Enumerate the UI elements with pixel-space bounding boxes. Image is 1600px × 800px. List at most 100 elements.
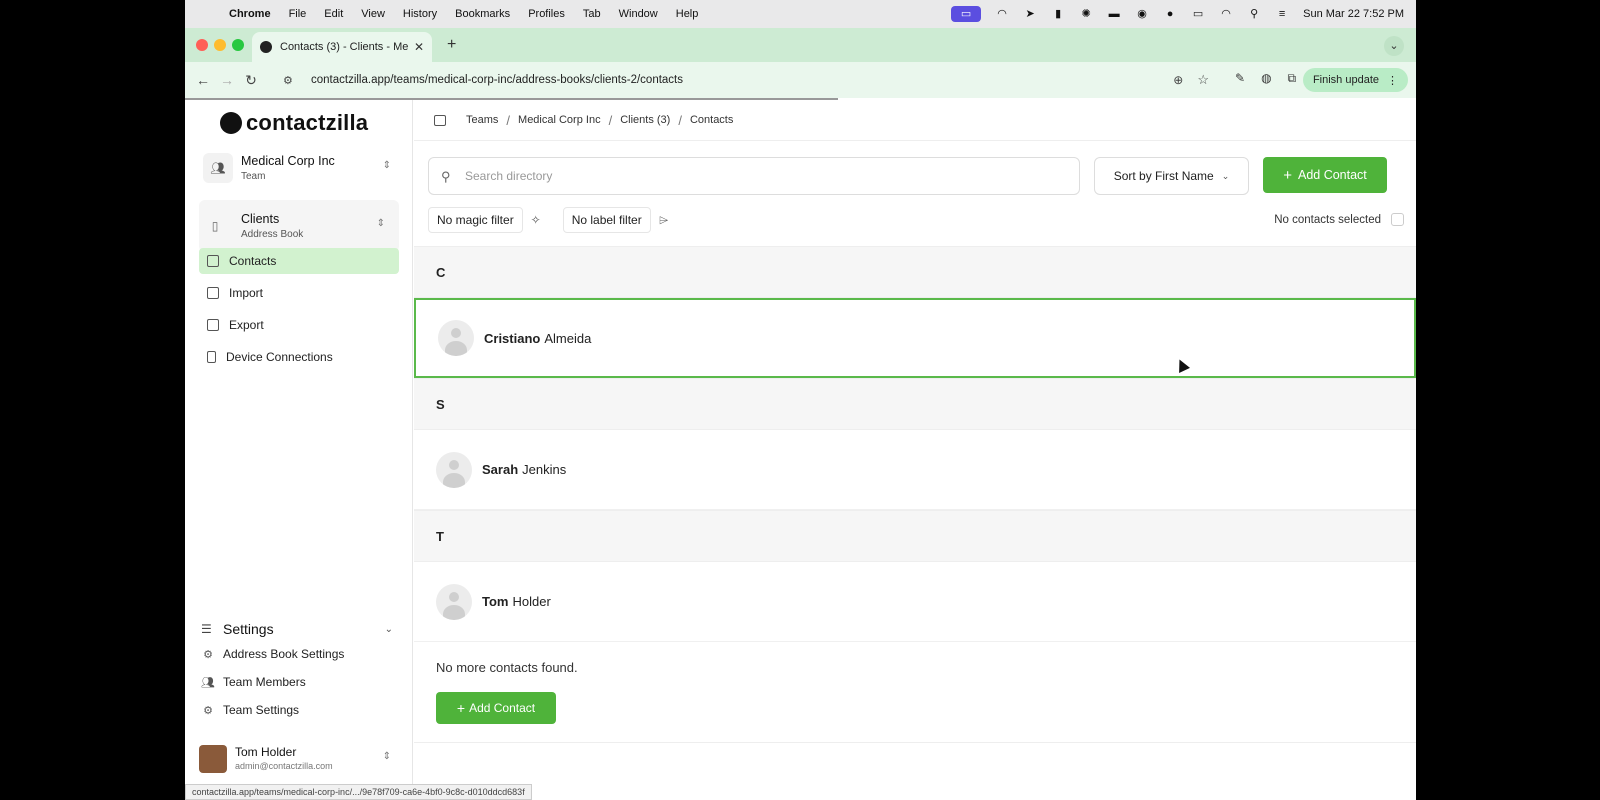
battery-icon[interactable]: ▭ (1191, 8, 1205, 20)
sidebar-item-team-settings[interactable]: ⚙ Team Settings (199, 696, 399, 724)
breadcrumb-address-book[interactable]: Clients (3) (620, 114, 670, 126)
extension-circle-icon[interactable]: ◍ (1261, 71, 1271, 86)
airdrop-icon[interactable]: ◠ (995, 8, 1009, 20)
address-bar[interactable]: ⚙ contactzilla.app/teams/medical-corp-in… (277, 67, 1217, 93)
display-icon[interactable]: ▬ (1107, 8, 1121, 20)
contactzilla-logo[interactable]: contactzilla (220, 110, 368, 136)
plus-icon: + (456, 700, 466, 716)
sparkles-icon[interactable]: ✧ (523, 213, 549, 227)
menu-edit[interactable]: Edit (324, 8, 343, 20)
add-contact-bottom-button[interactable]: + Add Contact (436, 692, 556, 724)
address-book-chevron-updown-icon: ⇕ (376, 218, 385, 229)
sidebar-item-label: Import (229, 286, 264, 300)
user-icon[interactable]: ● (1163, 8, 1177, 20)
sort-dropdown[interactable]: Sort by First Name ⌄ (1094, 157, 1249, 195)
list-item[interactable]: Cristiano Almeida (414, 298, 1416, 378)
main-content: Teams / Medical Corp Inc / Clients (3) /… (414, 100, 1416, 800)
window-close-button[interactable] (196, 39, 208, 51)
tab-title: Contacts (3) - Clients - Medic (280, 41, 408, 53)
sidebar-item-address-book-settings[interactable]: ⚙ Address Book Settings (199, 640, 399, 668)
breadcrumb-current: Contacts (689, 114, 734, 126)
sidebar-item-label: Device Connections (226, 350, 333, 364)
add-contact-button[interactable]: + Add Contact (1263, 157, 1387, 193)
breadcrumb-teams[interactable]: Teams (466, 114, 498, 126)
browser-tab-active[interactable]: Contacts (3) - Clients - Medic ✕ (252, 32, 432, 62)
zoom-icon[interactable]: ⊕ (1173, 73, 1183, 87)
chatgpt-icon[interactable]: ✺ (1079, 8, 1093, 20)
chevron-down-icon: ⌄ (384, 623, 393, 635)
contact-avatar (436, 583, 472, 620)
cursor-app-icon[interactable]: ➤ (1023, 8, 1037, 20)
pen-extension-icon[interactable]: ✎ (1235, 71, 1245, 86)
menu-window[interactable]: Window (619, 8, 658, 20)
search-input[interactable] (465, 169, 1045, 183)
sidebar-item-import[interactable]: Import (199, 280, 399, 306)
chevron-down-icon: ⌄ (1221, 170, 1230, 181)
menu-file[interactable]: File (289, 8, 307, 20)
settings-item-label: Team Members (223, 675, 306, 689)
tab-close-icon[interactable]: ✕ (414, 40, 424, 54)
settings-section: ☰ Settings ⌄ ⚙ Address Book Settings 👥︎ … (199, 618, 399, 724)
window-zoom-button[interactable] (232, 39, 244, 51)
finish-update-button[interactable]: Finish update ⋮ (1302, 68, 1408, 92)
tags-icon[interactable]: ⌲ (651, 213, 677, 228)
forward-arrow-icon[interactable]: → (215, 72, 239, 88)
record-icon[interactable]: ◉ (1135, 8, 1149, 20)
menu-bookmarks[interactable]: Bookmarks (455, 8, 510, 20)
browser-toolbar: ← → ↻ ⚙ contactzilla.app/teams/medical-c… (185, 62, 1416, 98)
section-header: C (414, 246, 1416, 298)
site-settings-icon[interactable]: ⚙ (283, 74, 301, 87)
new-tab-icon[interactable]: + (447, 36, 456, 54)
address-book-sub: Address Book (241, 229, 304, 240)
sidebar-item-export[interactable]: Export (199, 312, 399, 338)
bookmark-star-icon[interactable]: ☆ (1197, 72, 1209, 88)
wifi-icon[interactable]: ◠ (1219, 8, 1233, 20)
section-header: S (414, 378, 1416, 430)
address-book-switcher[interactable]: ▯ Clients Address Book ⇕ (199, 200, 399, 252)
list-item[interactable]: Tom Holder (414, 562, 1416, 642)
team-chevron-updown-icon: ⇕ (382, 160, 391, 171)
menu-help[interactable]: Help (676, 8, 699, 20)
list-item[interactable]: Sarah Jenkins (414, 430, 1416, 510)
breadcrumb-separator: / (608, 112, 613, 128)
breadcrumb-team[interactable]: Medical Corp Inc (518, 114, 601, 126)
user-chevron-updown-icon: ⇕ (382, 751, 391, 762)
menu-view[interactable]: View (361, 8, 385, 20)
link-status-url: contactzilla.app/teams/medical-corp-inc/… (185, 784, 532, 800)
menu-history[interactable]: History (403, 8, 437, 20)
contact-avatar (436, 451, 472, 488)
screen-mirroring-icon[interactable]: ▭ (951, 6, 982, 22)
contact-last-name: Almeida (544, 330, 592, 346)
settings-toggle[interactable]: ☰ Settings ⌄ (199, 618, 399, 640)
address-book-icon: ▯ (211, 219, 219, 233)
sliders-icon: ☰ (201, 622, 212, 636)
notes-icon[interactable]: ▮ (1051, 8, 1065, 20)
menu-app-name[interactable]: Chrome (229, 8, 271, 20)
spotlight-search-icon[interactable]: ⚲ (1247, 8, 1261, 20)
sidebar-item-label: Contacts (229, 254, 277, 268)
window-minimize-button[interactable] (214, 39, 226, 51)
menubar-clock[interactable]: Sun Mar 22 7:52 PM (1303, 8, 1404, 20)
menu-profiles[interactable]: Profiles (528, 8, 565, 20)
breadcrumb-separator: / (678, 112, 682, 128)
menu-tab[interactable]: Tab (583, 8, 601, 20)
contact-first-name: Sarah (482, 462, 519, 477)
tab-search-chevron-icon[interactable]: ⌄ (1384, 36, 1404, 56)
label-filter-button[interactable]: No label filter (562, 207, 651, 233)
sidebar-item-team-members[interactable]: 👥︎ Team Members (199, 668, 399, 696)
puzzle-extensions-icon[interactable]: ⧉ (1288, 71, 1297, 86)
address-url[interactable]: contactzilla.app/teams/medical-corp-inc/… (311, 74, 1173, 86)
magic-filter-button[interactable]: No magic filter (428, 207, 523, 233)
team-switcher[interactable]: 👥︎ Medical Corp Inc Team ⇕ (203, 150, 395, 186)
team-sub: Team (241, 171, 266, 182)
user-menu[interactable]: Tom Holder admin@contactzilla.com ⇕ (199, 745, 399, 785)
sidebar-toggle-icon[interactable] (434, 114, 446, 126)
search-box[interactable]: ⚲ (428, 157, 1080, 195)
sidebar-item-contacts[interactable]: Contacts (199, 248, 399, 274)
sidebar-item-device-connections[interactable]: Device Connections (199, 344, 399, 370)
label-filter-label: No label filter (571, 213, 642, 227)
control-center-icon[interactable]: ≡ (1275, 8, 1289, 20)
select-all-checkbox[interactable] (1391, 213, 1404, 226)
reload-icon[interactable]: ↻ (239, 72, 263, 89)
back-arrow-icon[interactable]: ← (191, 72, 215, 88)
